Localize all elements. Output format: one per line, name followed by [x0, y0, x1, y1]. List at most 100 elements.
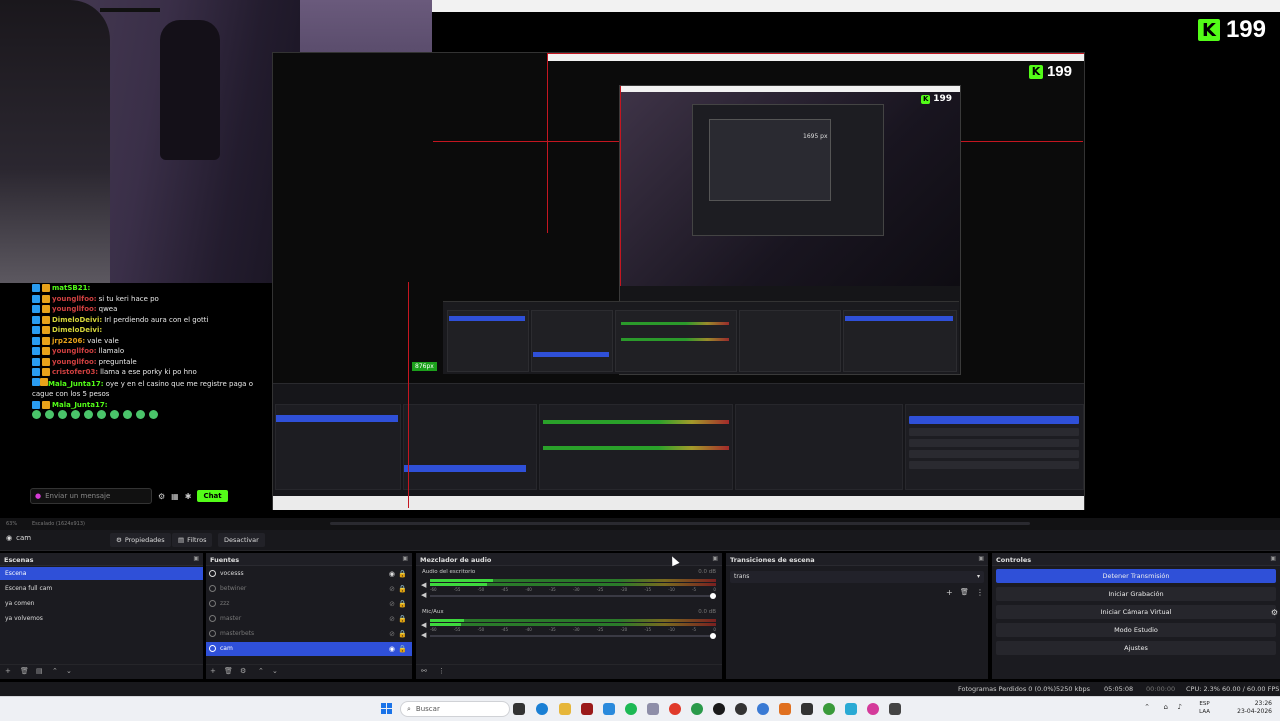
chat-username[interactable]: youngllfoo:	[52, 294, 97, 305]
app-icon[interactable]	[889, 703, 901, 715]
scene-item[interactable]: Escena	[0, 567, 203, 580]
app-icon[interactable]	[867, 703, 879, 715]
trash-icon[interactable]: 🗑	[960, 588, 969, 596]
properties-button[interactable]: ⚙ Propiedades	[110, 533, 171, 547]
taskbar-search[interactable]: ⌕ Buscar	[400, 701, 510, 717]
obs-icon[interactable]	[713, 703, 725, 715]
move-down-icon[interactable]: ⌄	[66, 667, 72, 675]
eye-hidden-icon[interactable]: ⊘	[389, 627, 395, 641]
chat-username[interactable]: jrp2206:	[52, 336, 85, 347]
more-icon[interactable]: ⋮	[438, 667, 445, 675]
dock-menu-icon[interactable]: ▣	[402, 555, 408, 562]
add-icon[interactable]: +	[946, 588, 953, 597]
app-icon[interactable]	[603, 703, 615, 715]
folder-icon[interactable]	[559, 703, 571, 715]
scene-item[interactable]: Escena full cam	[0, 582, 203, 595]
deactivate-button[interactable]: Desactivar	[218, 533, 265, 547]
move-down-icon[interactable]: ⌄	[272, 667, 278, 675]
language-indicator[interactable]: ESP LAA	[1199, 700, 1210, 716]
volume-slider[interactable]	[430, 633, 716, 639]
speaker-icon[interactable]: ◀	[421, 591, 426, 599]
stop-stream-button[interactable]: Detener Transmisión	[996, 569, 1276, 583]
network-icon[interactable]: ⌂	[1164, 703, 1168, 711]
obs-icon[interactable]	[735, 703, 747, 715]
spotify-icon[interactable]	[625, 703, 637, 715]
chat-username[interactable]: DimeloDeivi:	[52, 325, 102, 336]
lock-icon[interactable]: 🔒	[398, 597, 407, 611]
filters-button[interactable]: ▤ Filtros	[172, 533, 213, 547]
dock-menu-icon[interactable]: ▣	[978, 555, 984, 562]
chat-username[interactable]: youngllfoo:	[52, 346, 97, 357]
eye-icon[interactable]: ◉	[389, 642, 395, 656]
start-virtual-camera-button[interactable]: Iniciar Cámara Virtual ⚙	[996, 605, 1278, 619]
move-up-icon[interactable]: ⌃	[258, 667, 264, 675]
lock-icon[interactable]: 🔒	[398, 582, 407, 596]
gift-icon[interactable]: ▦	[171, 492, 179, 501]
volume-icon[interactable]: ♪	[1178, 703, 1182, 711]
settings-icon[interactable]: ✱	[185, 492, 192, 501]
transition-select[interactable]: trans ▾	[730, 571, 984, 583]
lock-icon[interactable]: 🔒	[398, 567, 407, 581]
preview-canvas[interactable]: K 199 K 199 K 199 1695 px 876px matSB21:…	[0, 0, 1280, 518]
move-up-icon[interactable]: ⌃	[52, 667, 58, 675]
tray-chevron-icon[interactable]: ⌃	[1144, 703, 1150, 711]
eye-hidden-icon[interactable]: ⊘	[389, 582, 395, 596]
chat-username[interactable]: youngllfoo:	[52, 304, 97, 315]
chrome-icon[interactable]	[691, 703, 703, 715]
chat-message-field[interactable]: ● Enviar un mensaje	[30, 488, 152, 504]
source-item[interactable]: zzz ⊘ 🔒	[206, 597, 412, 611]
dock-menu-icon[interactable]: ▣	[193, 555, 199, 562]
edge-icon[interactable]	[536, 703, 548, 715]
source-item[interactable]: master ⊘ 🔒	[206, 612, 412, 626]
studio-mode-button[interactable]: Modo Estudio	[996, 623, 1276, 637]
acrobat-icon[interactable]	[581, 703, 593, 715]
filter-icon[interactable]: ▤	[36, 667, 43, 675]
start-recording-button[interactable]: Iniciar Grabación	[996, 587, 1276, 601]
eye-hidden-icon[interactable]: ⊘	[389, 597, 395, 611]
chat-username[interactable]: Mala_Junta17:	[52, 400, 108, 411]
chat-username[interactable]: cristofer03:	[52, 367, 98, 378]
lock-icon[interactable]: 🔒	[398, 612, 407, 626]
more-icon[interactable]: ⋮	[976, 588, 984, 597]
volume-slider[interactable]	[430, 593, 716, 599]
source-item[interactable]: vocesss ◉ 🔒	[206, 567, 412, 581]
app-icon[interactable]	[757, 703, 769, 715]
emote-icon[interactable]: ⚙	[158, 492, 165, 501]
youtube-icon[interactable]	[669, 703, 681, 715]
app-icon[interactable]	[647, 703, 659, 715]
scene-item[interactable]: ya volvemos	[0, 612, 203, 625]
link-icon[interactable]: ⚯	[421, 667, 427, 675]
task-view-icon[interactable]	[513, 703, 525, 715]
speaker-icon[interactable]: ◀	[421, 621, 426, 629]
slider-knob[interactable]	[710, 633, 716, 639]
gear-icon[interactable]: ⚙	[1271, 608, 1278, 617]
speaker-icon[interactable]: ◀	[421, 631, 426, 639]
chat-send-button[interactable]: Chat	[197, 490, 228, 502]
chat-username[interactable]: DimeloDeivi:	[52, 315, 102, 326]
slider-knob[interactable]	[710, 593, 716, 599]
app-icon[interactable]	[779, 703, 791, 715]
eye-hidden-icon[interactable]: ⊘	[389, 612, 395, 626]
app-icon[interactable]	[845, 703, 857, 715]
lock-icon[interactable]: 🔒	[398, 627, 407, 641]
chat-username[interactable]: matSB21:	[52, 283, 90, 294]
preview-scrollbar[interactable]	[330, 522, 1030, 525]
chat-username[interactable]: Mala_Junta17:	[48, 380, 104, 388]
windows-start-icon[interactable]	[381, 703, 393, 715]
trash-icon[interactable]: 🗑	[224, 667, 233, 675]
source-item[interactable]: betwiner ⊘ 🔒	[206, 582, 412, 596]
add-icon[interactable]: +	[5, 667, 11, 675]
taskbar-clock[interactable]: 23:26 23-04-2026	[1237, 700, 1272, 716]
speaker-icon[interactable]: ◀	[421, 581, 426, 589]
lock-icon[interactable]: 🔒	[398, 642, 407, 656]
scene-item[interactable]: ya comen	[0, 597, 203, 610]
add-icon[interactable]: +	[210, 667, 216, 675]
trash-icon[interactable]: 🗑	[20, 667, 29, 675]
settings-button[interactable]: Ajustes	[996, 641, 1276, 655]
source-item[interactable]: cam ◉ 🔒	[206, 642, 412, 656]
app-icon[interactable]	[801, 703, 813, 715]
source-item[interactable]: masterbets ⊘ 🔒	[206, 627, 412, 641]
dock-menu-icon[interactable]: ▣	[1270, 555, 1276, 562]
chrome-icon[interactable]	[823, 703, 835, 715]
gear-icon[interactable]: ⚙	[240, 667, 246, 675]
